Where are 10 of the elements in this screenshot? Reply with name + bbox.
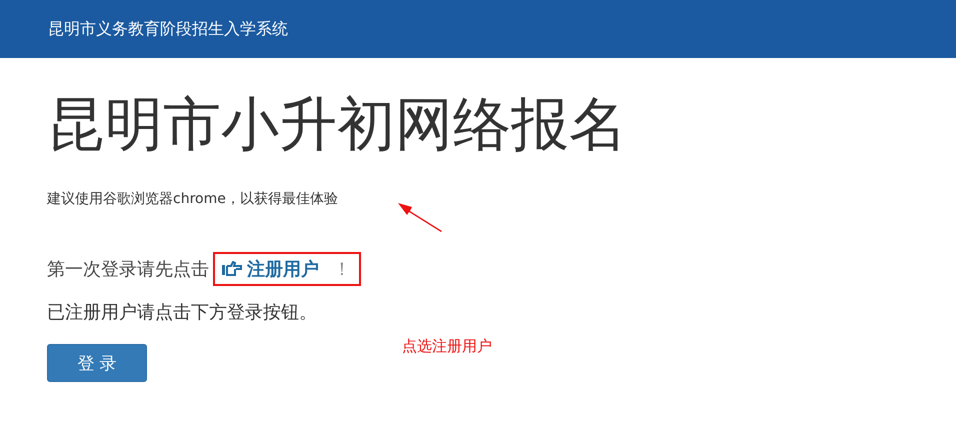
page-heading: 昆明市小升初网络报名 — [47, 89, 628, 160]
register-link[interactable]: 注册用户 ！ — [213, 252, 361, 286]
pointing-hand-icon — [221, 261, 243, 277]
annotation-arrow — [398, 202, 444, 232]
first-login-text: 第一次登录请先点击 — [47, 258, 209, 281]
login-button[interactable]: 登 录 — [47, 344, 147, 382]
site-title: 昆明市义务教育阶段招生入学系统 — [48, 18, 288, 40]
browser-note: 建议使用谷歌浏览器chrome，以获得最佳体验 — [47, 190, 339, 208]
annotation-text: 点选注册用户 — [402, 337, 492, 356]
registered-note: 已注册用户请点击下方登录按钮。 — [47, 301, 318, 324]
